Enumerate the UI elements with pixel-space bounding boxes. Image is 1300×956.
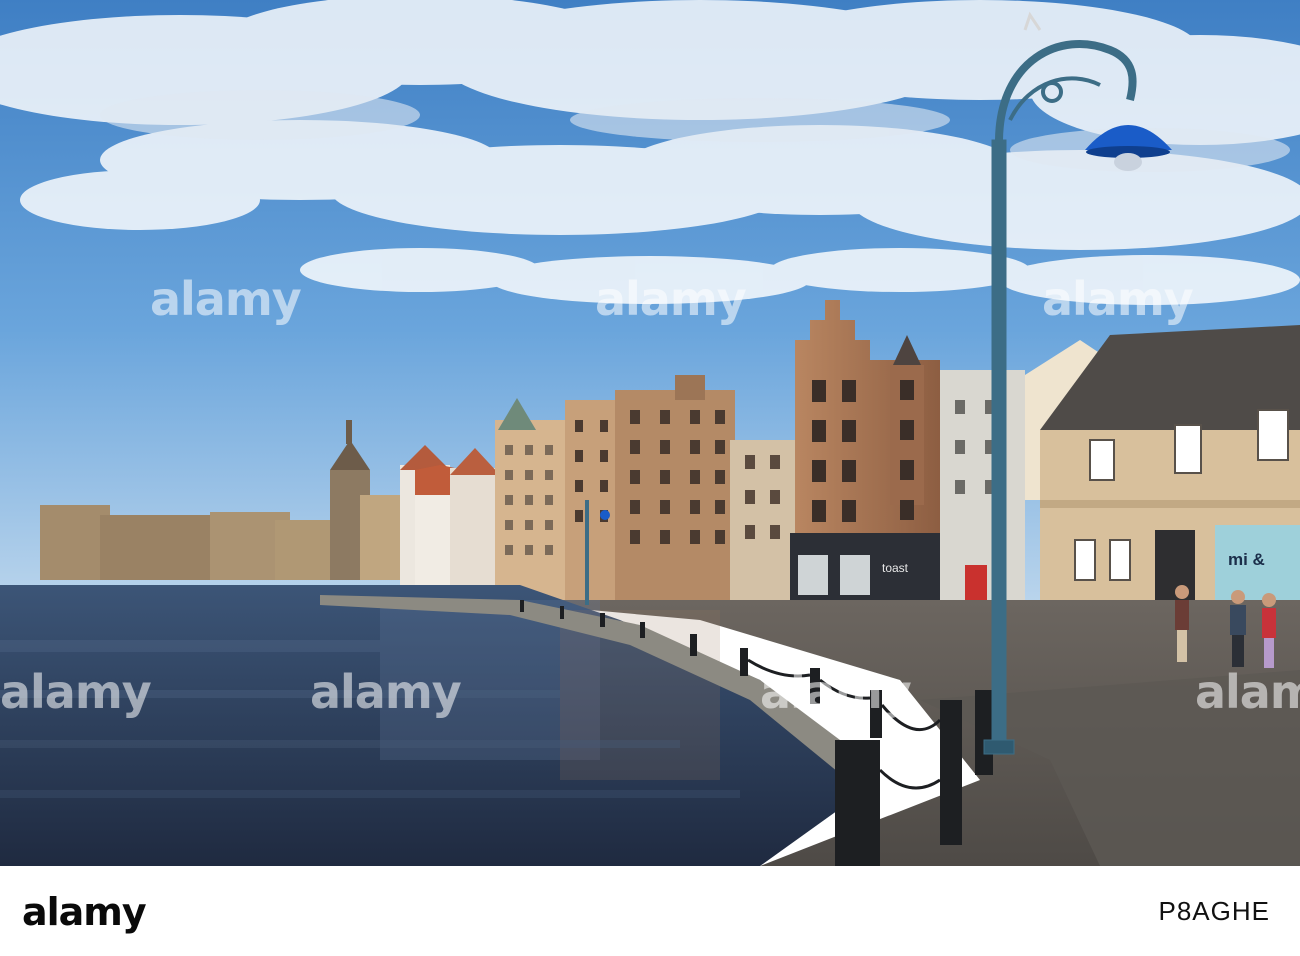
image-id: P8AGHE — [1158, 895, 1270, 926]
toast-shopfront: toast — [790, 533, 940, 605]
white-gable-houses — [400, 445, 500, 585]
image-id-block: P8AGHE — [1159, 866, 1271, 956]
toast-sign-text: toast — [882, 561, 909, 575]
harbour-photo: toast mi & — [0, 0, 1300, 866]
partial-shop-sign: mi & — [1228, 550, 1265, 569]
footer-bar: alamy P8AGHE — [0, 866, 1300, 956]
alamy-logo[interactable]: alamy — [22, 890, 147, 934]
cream-building — [495, 398, 570, 600]
